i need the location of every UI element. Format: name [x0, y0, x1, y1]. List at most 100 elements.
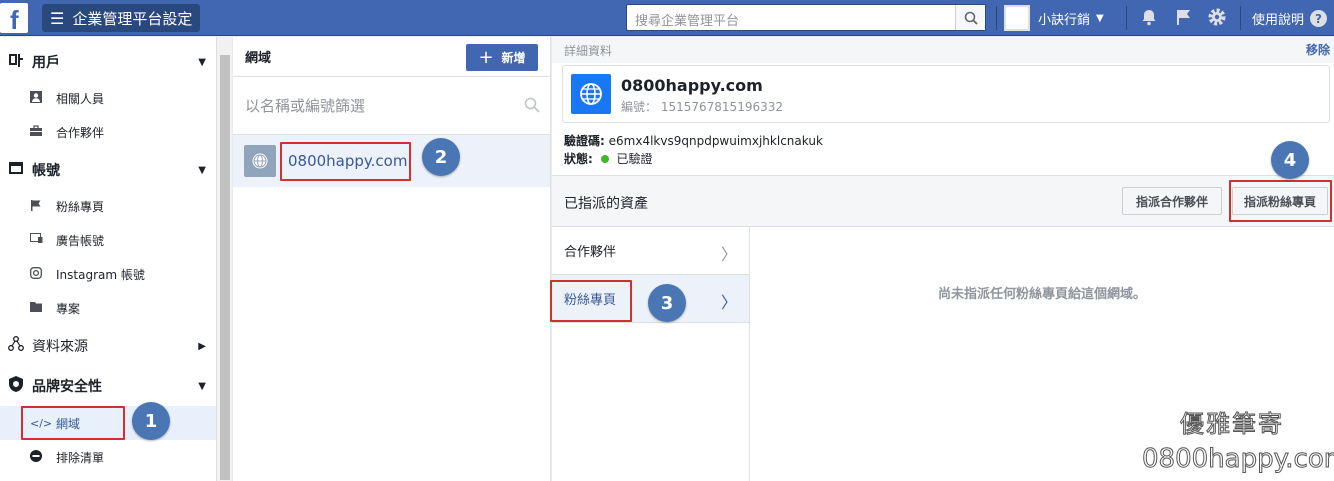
data-source-icon	[0, 336, 32, 356]
remove-link[interactable]: 移除	[1306, 41, 1330, 58]
filter-placeholder: 以名稱或編號篩選	[245, 97, 366, 115]
sidebar-item-label: 合作夥伴	[56, 125, 105, 140]
domain-card: 0800happy.com 編號： 1515767815196332	[562, 65, 1330, 123]
button-label: 指派合作夥伴	[1135, 194, 1208, 209]
status-dot	[600, 155, 609, 163]
search-icon	[524, 97, 540, 113]
status-label: 狀態:	[564, 152, 593, 166]
divider	[1126, 6, 1127, 30]
search-button[interactable]	[955, 5, 985, 30]
gear-icon[interactable]	[1206, 6, 1228, 28]
assign-page-button[interactable]: 指派粉絲專頁	[1232, 187, 1328, 215]
sidebar-section-data-sources[interactable]: 資料來源 ▶	[0, 329, 216, 363]
sidebar-item-label: Instagram 帳號	[56, 267, 145, 282]
sidebar-section-label: 資料來源	[32, 339, 88, 355]
sidebar: 用戶 ▼ 相關人員 合作夥伴 帳號 ▼ 粉絲專頁 廣告帳號 Instagram …	[0, 37, 216, 481]
verify-value: e6mx4lkvs9qnpdpwuimxjhklcnakuk	[608, 134, 823, 148]
id-label: 編號：	[621, 100, 658, 114]
sidebar-item-instagram[interactable]: Instagram 帳號	[0, 257, 216, 291]
sidebar-item-partners[interactable]: 合作夥伴	[0, 115, 216, 149]
sidebar-item-projects[interactable]: 專案	[0, 291, 216, 325]
divider	[1240, 6, 1241, 30]
bell-icon[interactable]	[1138, 6, 1160, 28]
assets-title: 已指派的資產	[564, 196, 648, 212]
globe-icon	[571, 74, 611, 114]
chevron-right-icon: ▶	[198, 340, 206, 352]
filter-input[interactable]: 以名稱或編號篩選	[233, 77, 550, 135]
help-button[interactable]: 使用說明 ?	[1252, 9, 1328, 28]
add-button[interactable]: + 新增	[466, 44, 538, 71]
domains-header: 網域 + 新增	[233, 37, 550, 77]
panel-title: 網域	[245, 51, 272, 66]
sidebar-item-block-lists[interactable]: 排除清單	[0, 440, 216, 474]
shield-icon	[0, 376, 32, 396]
status-badge: 已驗證	[616, 152, 653, 166]
top-bar: f ☰ 企業管理平台設定 搜尋企業管理平台 小訣行銷 ▼ 使用說明 ?	[0, 0, 1334, 36]
block-icon	[30, 449, 56, 465]
scrollbar-thumb[interactable]	[220, 55, 230, 480]
plus-icon: +	[478, 47, 494, 68]
empty-state-message: 尚未指派任何粉絲專頁給這個網域。	[937, 286, 1146, 302]
sidebar-item-label: 專案	[56, 301, 81, 316]
instagram-icon	[30, 266, 56, 282]
id-value: 1515767815196332	[660, 100, 783, 114]
chevron-down-icon: ▼	[1096, 12, 1104, 24]
sidebar-item-label: 粉絲專頁	[56, 199, 105, 214]
facebook-logo-text: f	[10, 5, 19, 35]
sidebar-section-accounts[interactable]: 帳號 ▼	[0, 153, 216, 187]
app-menu-button[interactable]: ☰ 企業管理平台設定	[42, 4, 201, 32]
briefcase-icon	[30, 124, 56, 140]
sidebar-item-people[interactable]: 相關人員	[0, 81, 216, 115]
assign-partner-button[interactable]: 指派合作夥伴	[1122, 187, 1222, 215]
search-icon	[964, 11, 978, 25]
sidebar-section-label: 帳號	[32, 163, 60, 179]
search-input[interactable]: 搜尋企業管理平台	[627, 5, 955, 30]
sidebar-item-label: 廣告帳號	[56, 233, 105, 248]
flag-icon[interactable]	[1172, 6, 1194, 28]
sidebar-item-label: 排除清單	[56, 450, 105, 465]
chevron-right-icon: 〉	[720, 245, 737, 264]
flag-icon	[30, 199, 56, 214]
add-label: 新增	[501, 51, 526, 65]
code-icon: </>	[30, 416, 53, 430]
facebook-logo[interactable]: f	[0, 3, 28, 35]
account-icon	[0, 161, 32, 179]
business-avatar	[1004, 5, 1030, 31]
domain-title: 0800happy.com	[621, 76, 763, 95]
app-title: 企業管理平台設定	[72, 9, 193, 28]
sidebar-item-label: 相關人員	[56, 91, 105, 106]
list-item[interactable]: 0800happy.com	[233, 135, 550, 187]
search-box[interactable]: 搜尋企業管理平台	[626, 4, 986, 31]
asset-tabs: 合作夥伴 〉 粉絲專頁 〉	[552, 227, 750, 481]
sidebar-section-label: 用戶	[32, 55, 60, 71]
status-row: 狀態: 已驗證	[564, 150, 652, 167]
domain-name-link[interactable]: 0800happy.com	[288, 152, 407, 170]
sidebar-section-brand-safety[interactable]: 品牌安全性 ▼	[0, 369, 216, 403]
globe-icon	[244, 145, 276, 177]
domains-list-panel: 網域 + 新增 以名稱或編號篩選 0800happy.com	[233, 37, 551, 481]
sidebar-item-label: 網域	[56, 416, 81, 431]
sidebar-scrollbar[interactable]	[216, 37, 232, 481]
sidebar-item-pages[interactable]: 粉絲專頁	[0, 189, 216, 223]
details-header: 詳細資料 移除	[552, 37, 1334, 63]
step-badge: 4	[1271, 141, 1309, 179]
users-icon	[0, 52, 32, 72]
ad-account-icon	[30, 233, 56, 247]
sidebar-section-users[interactable]: 用戶 ▼	[0, 45, 216, 79]
menu-icon: ☰	[50, 8, 65, 28]
step-badge: 1	[132, 402, 170, 440]
chevron-right-icon: 〉	[720, 293, 737, 312]
help-label: 使用說明	[1252, 13, 1305, 28]
business-name: 小訣行銷	[1038, 12, 1091, 28]
sidebar-section-label: 品牌安全性	[32, 379, 102, 395]
sidebar-item-ad-accounts[interactable]: 廣告帳號	[0, 223, 216, 257]
verification-code: 驗證碼: e6mx4lkvs9qnpdpwuimxjhklcnakuk	[564, 132, 823, 149]
folder-icon	[30, 301, 56, 315]
tab-label: 粉絲專頁	[564, 293, 617, 308]
tab-partners[interactable]: 合作夥伴 〉	[552, 227, 749, 275]
chevron-down-icon: ▼	[198, 164, 206, 176]
assigned-assets-header: 已指派的資產 指派合作夥伴 指派粉絲專頁	[552, 175, 1334, 227]
business-switcher[interactable]: 小訣行銷 ▼	[1004, 3, 1104, 33]
sidebar-item-domains[interactable]: </> 網域	[0, 406, 216, 440]
domain-id: 編號： 1515767815196332	[621, 98, 783, 115]
